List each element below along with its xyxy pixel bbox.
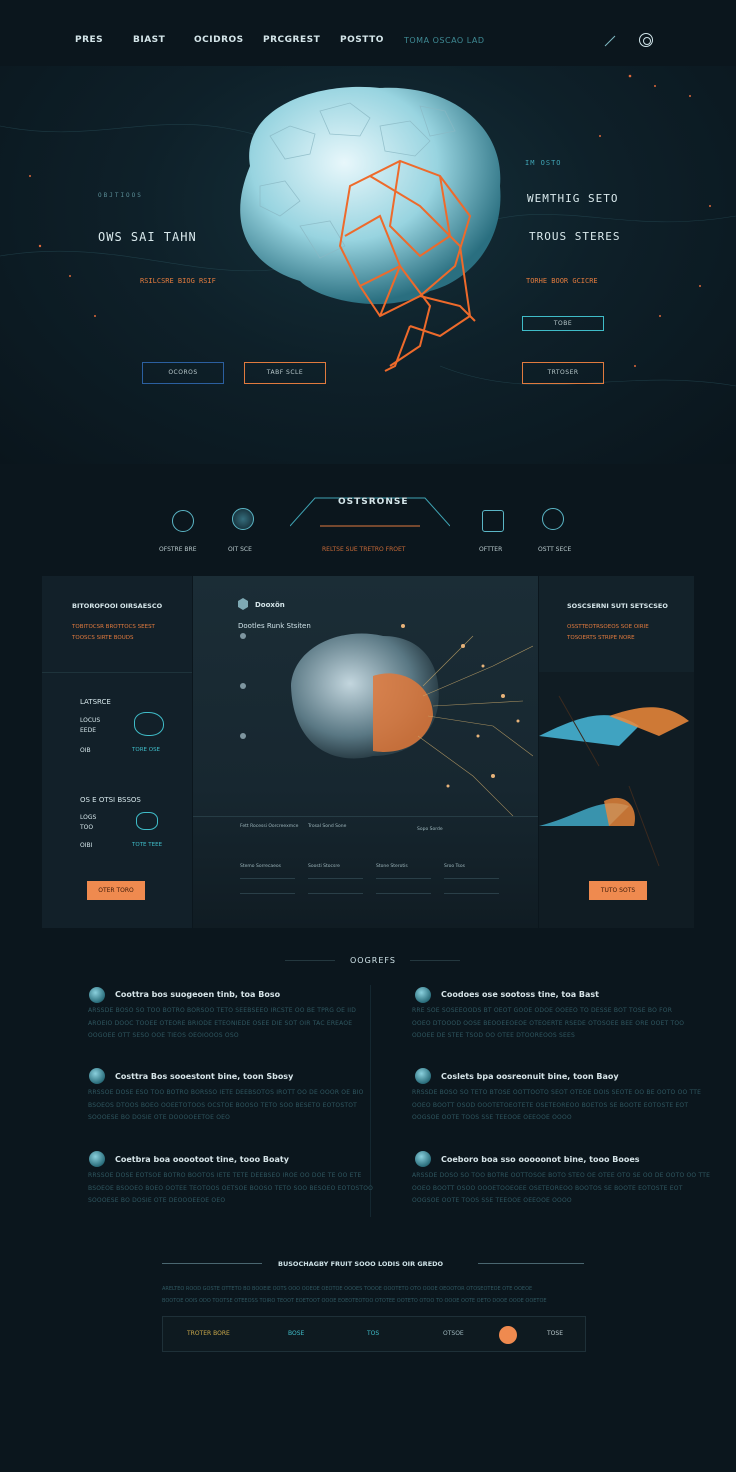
newsletter-text: ARELTEO ROOD GOSTE OTTETO BO BOOEIE OOTS… xyxy=(162,1286,547,1304)
panel-right: SOSCSERNI SUTI SETSCSEO OSSTTEOTRSOEOS S… xyxy=(539,576,694,928)
block2-right[interactable]: TOTE TEEE xyxy=(132,842,162,848)
bar-item-4[interactable]: OTSOE xyxy=(443,1330,464,1337)
feature-title-1: Coottra bos suogeoen tinb, toa Boso xyxy=(115,990,281,999)
feature-text-2: RRE SOE SOSEEOODS BT OEOT GOOE ODOE OOEE… xyxy=(412,1007,685,1039)
hero-left-title: OWS SAI TAHN xyxy=(98,230,197,244)
nav-item-ocidros[interactable]: OCIDROS xyxy=(194,35,244,45)
service-label-3: OFTTER xyxy=(479,546,503,553)
bar-item-2[interactable]: BOSE xyxy=(288,1330,304,1337)
nav-item-postto[interactable]: POSTTO xyxy=(340,35,384,45)
hero-left-sub: OBJTIOOS xyxy=(98,192,143,199)
panel-center: Dooxön Dootles Runk Stsiten Fett Rocessi… xyxy=(193,576,538,928)
brain-outline-icon xyxy=(134,712,164,736)
center-row2-2: Soosti Stocsre xyxy=(308,864,340,869)
feature-icon-1 xyxy=(89,987,105,1003)
block1-right[interactable]: TORE OSE xyxy=(132,747,160,753)
panel-left-accent2: TOOSCS SIRTE BOUDS xyxy=(72,635,134,641)
bar-item-3[interactable]: TOS xyxy=(367,1330,379,1337)
block2-left: OIBI xyxy=(80,842,93,849)
block1-line2: EEDE xyxy=(80,727,96,734)
center-row2-1: Stemo Sorrecaeos xyxy=(240,864,281,869)
services-title: OSTSRONSE xyxy=(338,497,409,507)
feature-title-3: Costtra Bos sooestont bine, toon Sbosy xyxy=(115,1072,294,1081)
feature-title-5: Coetbra boa ooootoot tine, tooo Boaty xyxy=(115,1155,289,1164)
services-orange-sub: RELTSE SUE TRETRO FROET xyxy=(322,546,406,553)
panel-left-button[interactable]: OTER TORO xyxy=(87,881,145,900)
center-row2-3: Stone Sterotis xyxy=(376,864,408,869)
center-row2-4: Sroo Tsos xyxy=(444,864,465,869)
panel-right-button[interactable]: TUTO SOTS xyxy=(589,881,647,900)
feature-title-4: Coslets bpa oosreonuit bine, toon Baoy xyxy=(441,1072,619,1081)
block2-line2: TOO xyxy=(80,824,94,831)
features-title: OOGREFS xyxy=(350,956,396,965)
robot-icon[interactable] xyxy=(172,510,194,532)
panel-right-title: SOSCSERNI SUTI SETSCSEO xyxy=(567,602,668,610)
center-brain-art xyxy=(240,624,533,817)
block2-heading: OS E OTSI BSSOS xyxy=(80,796,141,804)
service-label-2: OIT SCE xyxy=(228,546,252,553)
hero-button-2[interactable]: TABF SCLE xyxy=(244,362,326,384)
nav-tagline: TOMA OSCAO LAD xyxy=(404,36,485,45)
newsletter-bar: TROTER BORE BOSE TOS OTSOE TOSE xyxy=(162,1316,586,1352)
panel-right-accent1: OSSTTEOTRSOEOS SOE OIRIE xyxy=(567,624,649,630)
hero-left-accent: RSILCSRE BIOG RSIF xyxy=(140,277,216,285)
feature-title-2: Coodoes ose sootoss tine, toa Bast xyxy=(441,990,600,999)
hero-right-title1: WEMTHIG SETO xyxy=(527,192,619,205)
hero-button-1[interactable]: OCOROS xyxy=(142,362,224,384)
hero-right-accent: TORHE BOOR GCICRE xyxy=(526,277,598,285)
feature-text-5: RRSSOE DOSE EOTSOE BOTRO BOOTOS IETE TET… xyxy=(88,1172,374,1204)
hero-small-button[interactable]: TOBE xyxy=(522,316,604,331)
hero-right-title2: TROUS STERES xyxy=(529,230,621,243)
orange-dot-button[interactable] xyxy=(499,1326,517,1344)
block1-left: OIB xyxy=(80,747,91,754)
nav-item-biast[interactable]: BIAST xyxy=(133,35,165,45)
feature-icon-5 xyxy=(89,1151,105,1167)
center-col-3: Sopo Sorde xyxy=(417,827,443,832)
feather-icon[interactable] xyxy=(603,33,617,47)
panel-right-accent2: TOSOERTS STRIPE NORE xyxy=(567,635,635,641)
nav-item-pres[interactable]: PRES xyxy=(75,35,103,45)
panel-left-accent1: TOBITOCSR BROTTOCS SEEST xyxy=(72,624,155,630)
feature-text-1: ARSSDE BOSO SO TOO BOTRO BORSOO TETO SEE… xyxy=(88,1007,357,1039)
center-col-1: Fett Rocessi Oorcreexmce xyxy=(240,824,299,829)
block1-heading: LATSRCE xyxy=(80,698,111,706)
brain-shape xyxy=(240,86,501,305)
newsletter-title: BUSOCHAGBY FRUIT SOOO LODIS OIR GREDO xyxy=(278,1260,444,1268)
feature-text-6: ARSSDE DOSO SO TOO BOTRE OOTTOSOE BOTO S… xyxy=(412,1172,711,1204)
bar-item-5[interactable]: TOSE xyxy=(547,1330,563,1337)
feature-icon-3 xyxy=(89,1068,105,1084)
hero-button-3[interactable]: TRTOSER xyxy=(522,362,604,384)
bar-item-1[interactable]: TROTER BORE xyxy=(187,1330,230,1337)
panel-left-title: BITOROFOOI OIRSAESCO xyxy=(72,602,163,610)
hero-section: OBJTIOOS OWS SAI TAHN RSILCSRE BIOG RSIF… xyxy=(0,66,736,464)
service-label-4: OSTT SECE xyxy=(538,546,572,553)
nav-item-prcgrest[interactable]: PRCGREST xyxy=(263,35,320,45)
document-icon[interactable] xyxy=(482,510,504,532)
feature-icon-2 xyxy=(415,987,431,1003)
hero-right-small: IM OSTO xyxy=(525,159,562,167)
gear-icon[interactable] xyxy=(639,33,653,47)
cloud-outline-icon xyxy=(136,812,158,830)
panel-left: BITOROFOOI OIRSAESCO TOBITOCSR BROTTOCS … xyxy=(42,576,192,928)
feature-title-6: Coeboro boa sso ooooonot bine, tooo Booe… xyxy=(441,1155,640,1164)
feature-text-4: RRSSDE BOSO SO TETO BTOSE OOTTOOTO SEOT … xyxy=(412,1089,702,1121)
glow-art xyxy=(539,695,689,866)
feature-icon-4 xyxy=(415,1068,431,1084)
brain-icon[interactable] xyxy=(232,508,254,530)
hero-particles xyxy=(0,74,736,387)
block1-line1: LOCUS xyxy=(80,717,101,724)
center-col-2: Trosal Sond Sone xyxy=(308,824,347,829)
service-label-1: OFSTRE BRE xyxy=(159,546,197,553)
network-icon[interactable] xyxy=(542,508,564,530)
feature-text-3: RRSSOE DOSE ESO TOO BOTRO BORSSO IETE DE… xyxy=(88,1089,364,1121)
feature-icon-6 xyxy=(415,1151,431,1167)
block2-line1: LOGS xyxy=(80,814,97,821)
